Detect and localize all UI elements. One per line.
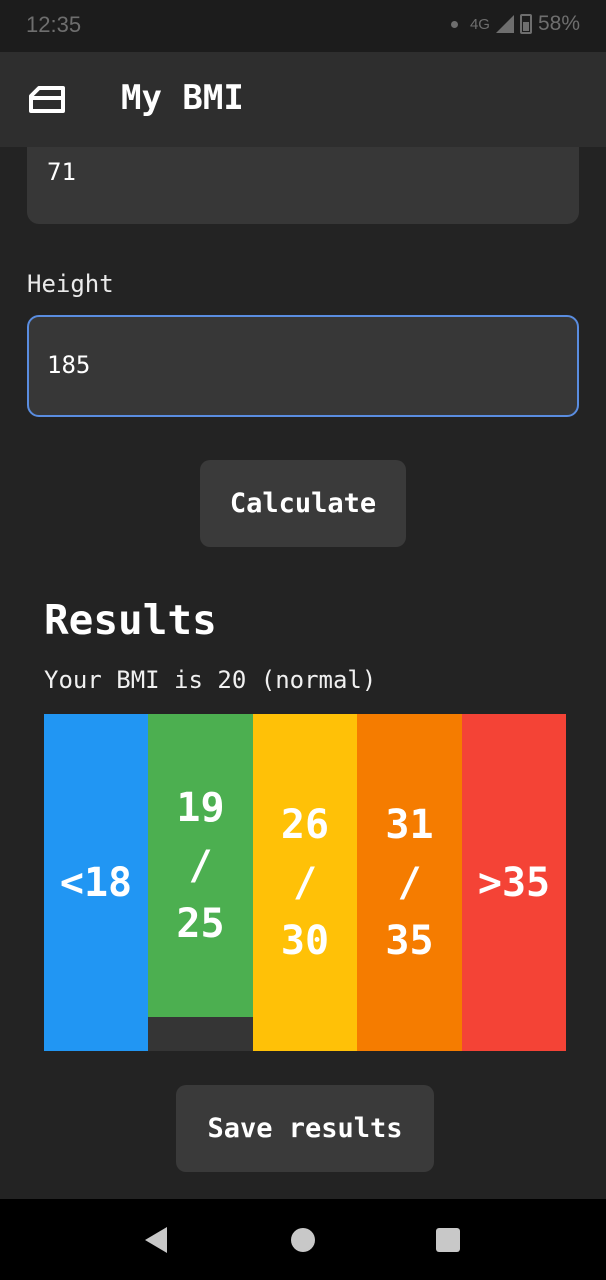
bmi-segment-severe: >35 (462, 714, 566, 1051)
bmi-segment-label: <18 (59, 859, 133, 906)
status-icons: 4G 58% (450, 12, 580, 36)
save-results-button[interactable]: Save results (176, 1085, 434, 1172)
network-type: 4G (469, 15, 490, 33)
back-icon[interactable] (145, 1227, 167, 1253)
status-bar: 12:35 4G 58% (0, 0, 606, 52)
bmi-segment-overweight: 26 / 30 (253, 714, 357, 1051)
notification-dot-icon (450, 20, 458, 28)
signal-icon (495, 15, 514, 33)
bmi-indicator-gap (148, 1017, 253, 1051)
bmi-segment-underweight: <18 (44, 714, 148, 1051)
bmi-segment-label: 26 / 30 (280, 801, 330, 964)
bmi-segment-label: 19 / 25 (176, 784, 225, 947)
bmi-scale: <18 19 / 25 26 / 30 31 / 35 >35 (44, 714, 566, 1051)
bmi-segment-obese: 31 / 35 (357, 714, 462, 1051)
app-title: My BMI (121, 78, 244, 118)
results-title: Results (44, 596, 217, 644)
bmi-segment-normal: 19 / 25 (148, 714, 253, 1017)
home-icon[interactable] (28, 84, 66, 114)
bmi-segment-label: >35 (477, 859, 551, 906)
bmi-summary: Your BMI is 20 (normal) (44, 666, 377, 694)
app-bar: My BMI (0, 52, 606, 147)
height-label: Height (27, 270, 114, 298)
height-input[interactable]: 185 (27, 315, 579, 417)
battery-icon (519, 14, 532, 34)
recents-icon[interactable] (436, 1228, 460, 1252)
battery-percent: 58% (537, 12, 580, 35)
height-value: 185 (47, 351, 91, 379)
home-circle-icon[interactable] (291, 1228, 315, 1252)
status-time: 12:35 (26, 12, 82, 37)
bmi-segment-label: 31 / 35 (385, 801, 434, 964)
calculate-button[interactable]: Calculate (200, 460, 406, 547)
weight-value: 71 (47, 158, 76, 186)
